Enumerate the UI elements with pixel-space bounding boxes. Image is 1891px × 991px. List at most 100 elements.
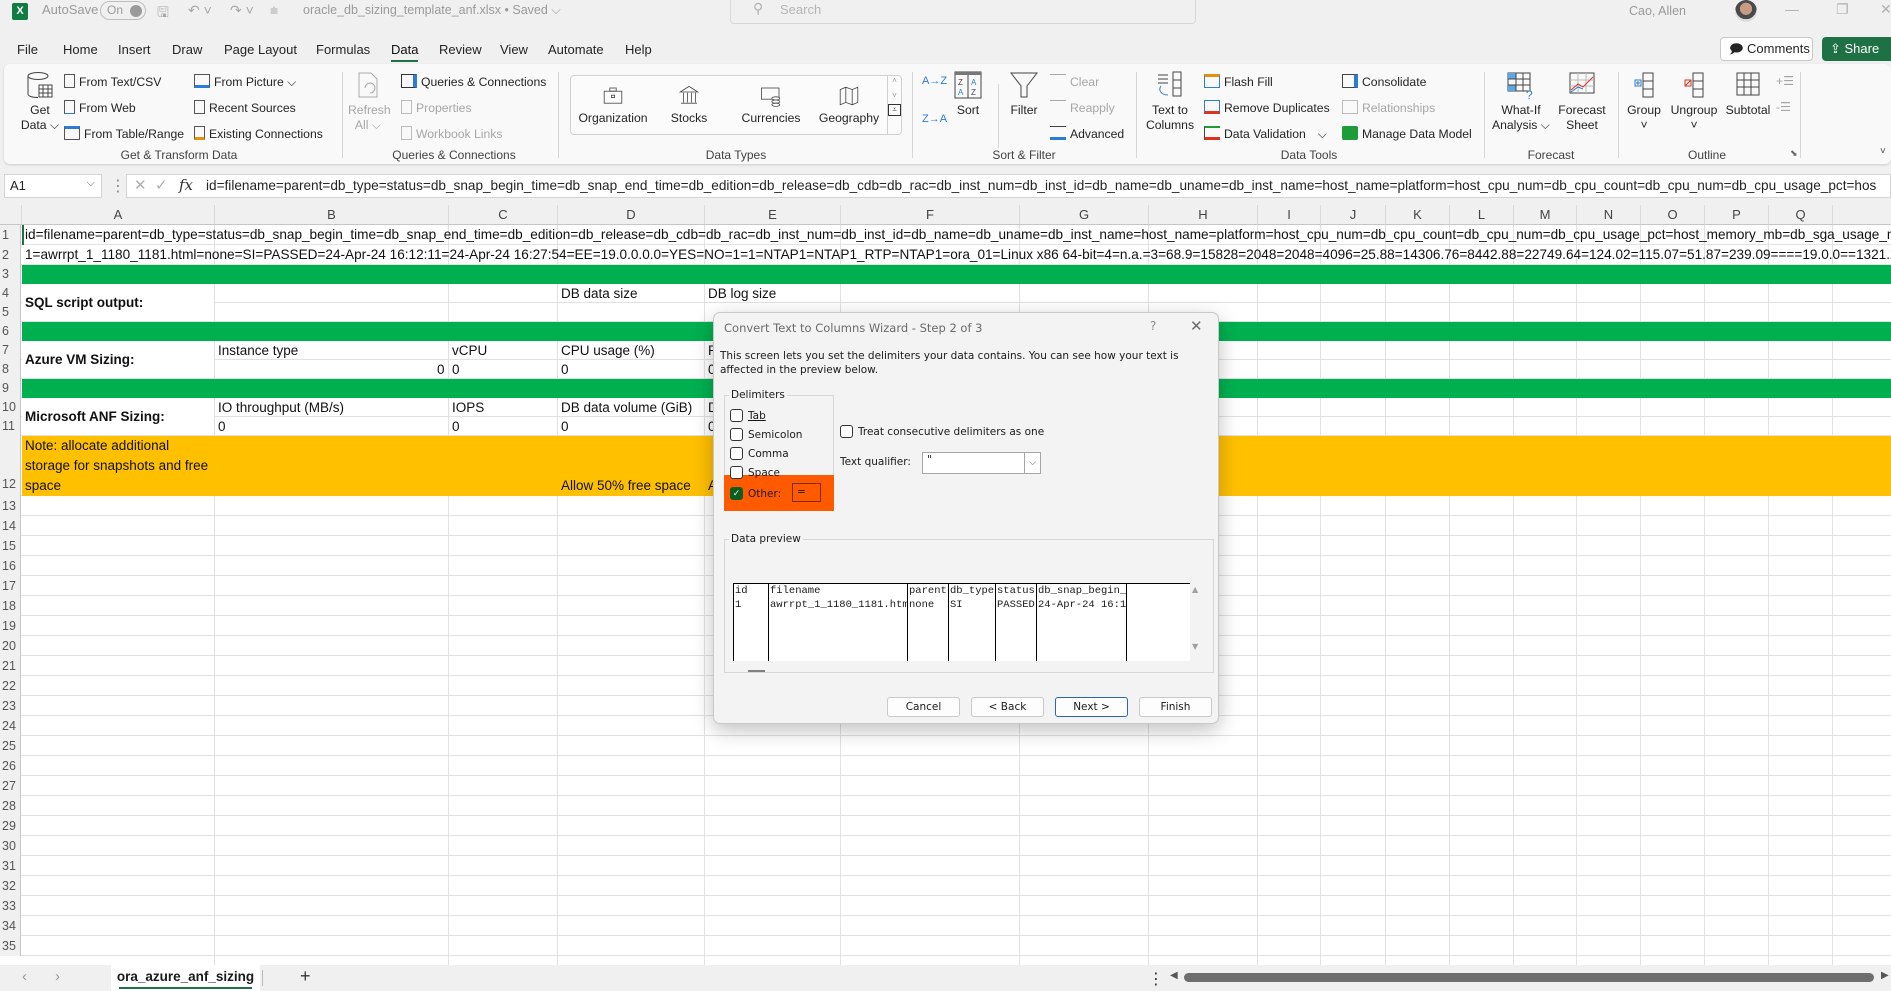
row-header-32[interactable]: 32: [0, 876, 21, 896]
ungroup-button[interactable]: Ungroup ˅: [1668, 70, 1720, 133]
cell-d8[interactable]: 0: [559, 360, 569, 379]
from-table-range-button[interactable]: From Table/Range: [64, 126, 184, 141]
existing-connections-button[interactable]: Existing Connections: [194, 126, 323, 141]
row-header-1[interactable]: 1: [0, 225, 21, 245]
search-box[interactable]: ⚲ Search: [730, 0, 1196, 24]
row-header-3[interactable]: 3: [0, 265, 21, 284]
preview-column[interactable]: db_type SI: [949, 584, 996, 661]
sheet-prev-icon[interactable]: ‹: [22, 968, 27, 985]
microsoft-anf-sizing-label[interactable]: Microsoft ANF Sizing:: [23, 407, 165, 426]
customize-quick-access-icon[interactable]: ⩧: [270, 2, 278, 19]
cell-d11[interactable]: 0: [559, 417, 569, 436]
get-data-button[interactable]: Get Data ⌵: [18, 70, 62, 133]
avatar[interactable]: [1735, 0, 1757, 22]
row-header-9[interactable]: 9: [0, 379, 21, 398]
column-header-a[interactable]: A: [22, 205, 215, 225]
outline-settings-launcher-icon[interactable]: ⬊: [1790, 148, 1798, 159]
tab-page-layout[interactable]: Page Layout: [224, 42, 297, 57]
row-header-6[interactable]: 6: [0, 322, 21, 341]
row-header-14[interactable]: 14: [0, 516, 21, 536]
tab-draw[interactable]: Draw: [172, 42, 202, 57]
text-to-columns-button[interactable]: Text to Columns: [1142, 70, 1198, 133]
sql-script-output-label[interactable]: SQL script output:: [23, 293, 143, 312]
note-cell-a12[interactable]: Note: allocate additional storage for sn…: [23, 436, 213, 496]
azure-vm-sizing-label[interactable]: Azure VM Sizing:: [23, 350, 135, 369]
other-checkbox[interactable]: ✓ Other:: [730, 487, 781, 500]
semicolon-checkbox-box[interactable]: [730, 428, 743, 441]
tab-split-handle[interactable]: ⋮: [1148, 969, 1164, 989]
save-icon[interactable]: 🖫: [157, 2, 169, 26]
cell-b10[interactable]: IO throughput (MB/s): [216, 398, 344, 417]
column-header-o[interactable]: O: [1641, 205, 1705, 225]
preview-column[interactable]: db_snap_begin_t 24-Apr-24 16:1:: [1037, 584, 1127, 661]
sort-a-to-z-button[interactable]: A→Z: [922, 76, 947, 87]
column-header-b[interactable]: B: [215, 205, 449, 225]
column-header-l[interactable]: L: [1450, 205, 1514, 225]
row-header-29[interactable]: 29: [0, 816, 21, 836]
restore-icon[interactable]: ❐: [1836, 1, 1849, 18]
cell-c7[interactable]: vCPU: [450, 341, 487, 360]
confirm-entry-icon[interactable]: ✓: [155, 176, 168, 194]
tab-data[interactable]: Data: [391, 42, 419, 62]
filter-button[interactable]: Filter: [1004, 70, 1044, 118]
cell-e4[interactable]: DB log size: [706, 284, 776, 303]
undo-icon[interactable]: ↶ ˅: [188, 2, 212, 19]
tab-insert[interactable]: Insert: [118, 42, 151, 57]
data-validation-dropdown-icon[interactable]: ⌵: [1318, 127, 1327, 141]
tab-home[interactable]: Home: [63, 42, 98, 57]
cancel-entry-icon[interactable]: ✕: [134, 176, 147, 194]
row-header-5[interactable]: 5: [0, 303, 21, 322]
scroll-left-icon[interactable]: ◀: [1170, 970, 1178, 981]
row-header-4[interactable]: 4: [0, 284, 21, 303]
column-header-p[interactable]: P: [1705, 205, 1769, 225]
cancel-button[interactable]: Cancel: [887, 697, 960, 717]
data-validation-button[interactable]: Data Validation ⌵: [1204, 126, 1327, 142]
row-header-35[interactable]: 35: [0, 936, 21, 956]
dialog-close-icon[interactable]: ✕: [1190, 317, 1203, 335]
name-box[interactable]: A1 ⌵: [4, 174, 102, 198]
tab-formulas[interactable]: Formulas: [316, 42, 370, 57]
column-header-d[interactable]: D: [558, 205, 705, 225]
gallery-scroll[interactable]: ˄ ˅ ⩡: [887, 76, 901, 134]
column-header-h[interactable]: H: [1149, 205, 1258, 225]
sheet-next-icon[interactable]: ›: [55, 968, 60, 985]
cell-b11[interactable]: 0: [216, 417, 226, 436]
close-window-icon[interactable]: ✕: [1880, 1, 1891, 18]
column-header-k[interactable]: K: [1386, 205, 1450, 225]
preview-column[interactable]: status PASSED: [996, 584, 1037, 661]
row-header-31[interactable]: 31: [0, 856, 21, 876]
column-header-c[interactable]: C: [449, 205, 558, 225]
column-header-g[interactable]: G: [1020, 205, 1149, 225]
tab-view[interactable]: View: [500, 42, 528, 57]
gallery-more-icon[interactable]: ⩡: [888, 104, 901, 116]
cell-b7[interactable]: Instance type: [216, 341, 298, 360]
chevron-down-icon[interactable]: ˅: [888, 91, 901, 100]
horizontal-scrollbar-thumb[interactable]: [1184, 973, 1874, 982]
row-header-17[interactable]: 17: [0, 576, 21, 596]
row-header-20[interactable]: 20: [0, 636, 21, 656]
semicolon-checkbox[interactable]: Semicolon: [730, 428, 802, 441]
tab-help[interactable]: Help: [625, 42, 652, 57]
row-header-8[interactable]: 8: [0, 360, 21, 379]
row-header-25[interactable]: 25: [0, 736, 21, 756]
add-sheet-button[interactable]: +: [300, 966, 311, 987]
refresh-all-button[interactable]: Refresh All ⌵: [348, 70, 391, 133]
row-header-15[interactable]: 15: [0, 536, 21, 556]
space-checkbox[interactable]: Space: [730, 466, 780, 479]
remove-duplicates-button[interactable]: Remove Duplicates: [1204, 100, 1330, 115]
preview-column[interactable]: id 1: [734, 584, 769, 661]
minimize-icon[interactable]: —: [1785, 1, 1799, 17]
text-qualifier-select[interactable]: " ⌵: [922, 452, 1041, 474]
checkmark-icon[interactable]: ✓: [730, 487, 743, 500]
column-header-m[interactable]: M: [1514, 205, 1577, 225]
row-header-16[interactable]: 16: [0, 556, 21, 576]
column-header-n[interactable]: N: [1577, 205, 1641, 225]
cell-b8[interactable]: 0: [435, 360, 445, 379]
row-header-19[interactable]: 19: [0, 616, 21, 636]
row-header-22[interactable]: 22: [0, 676, 21, 696]
row-header-27[interactable]: 27: [0, 776, 21, 796]
formula-input[interactable]: id=filename=parent=db_type=status=db_sna…: [200, 174, 1891, 198]
insert-function-icon[interactable]: fx: [179, 176, 193, 194]
share-button[interactable]: ⇪ Share: [1822, 37, 1891, 61]
horizontal-scrollbar[interactable]: ◀ ▶: [1168, 970, 1891, 983]
